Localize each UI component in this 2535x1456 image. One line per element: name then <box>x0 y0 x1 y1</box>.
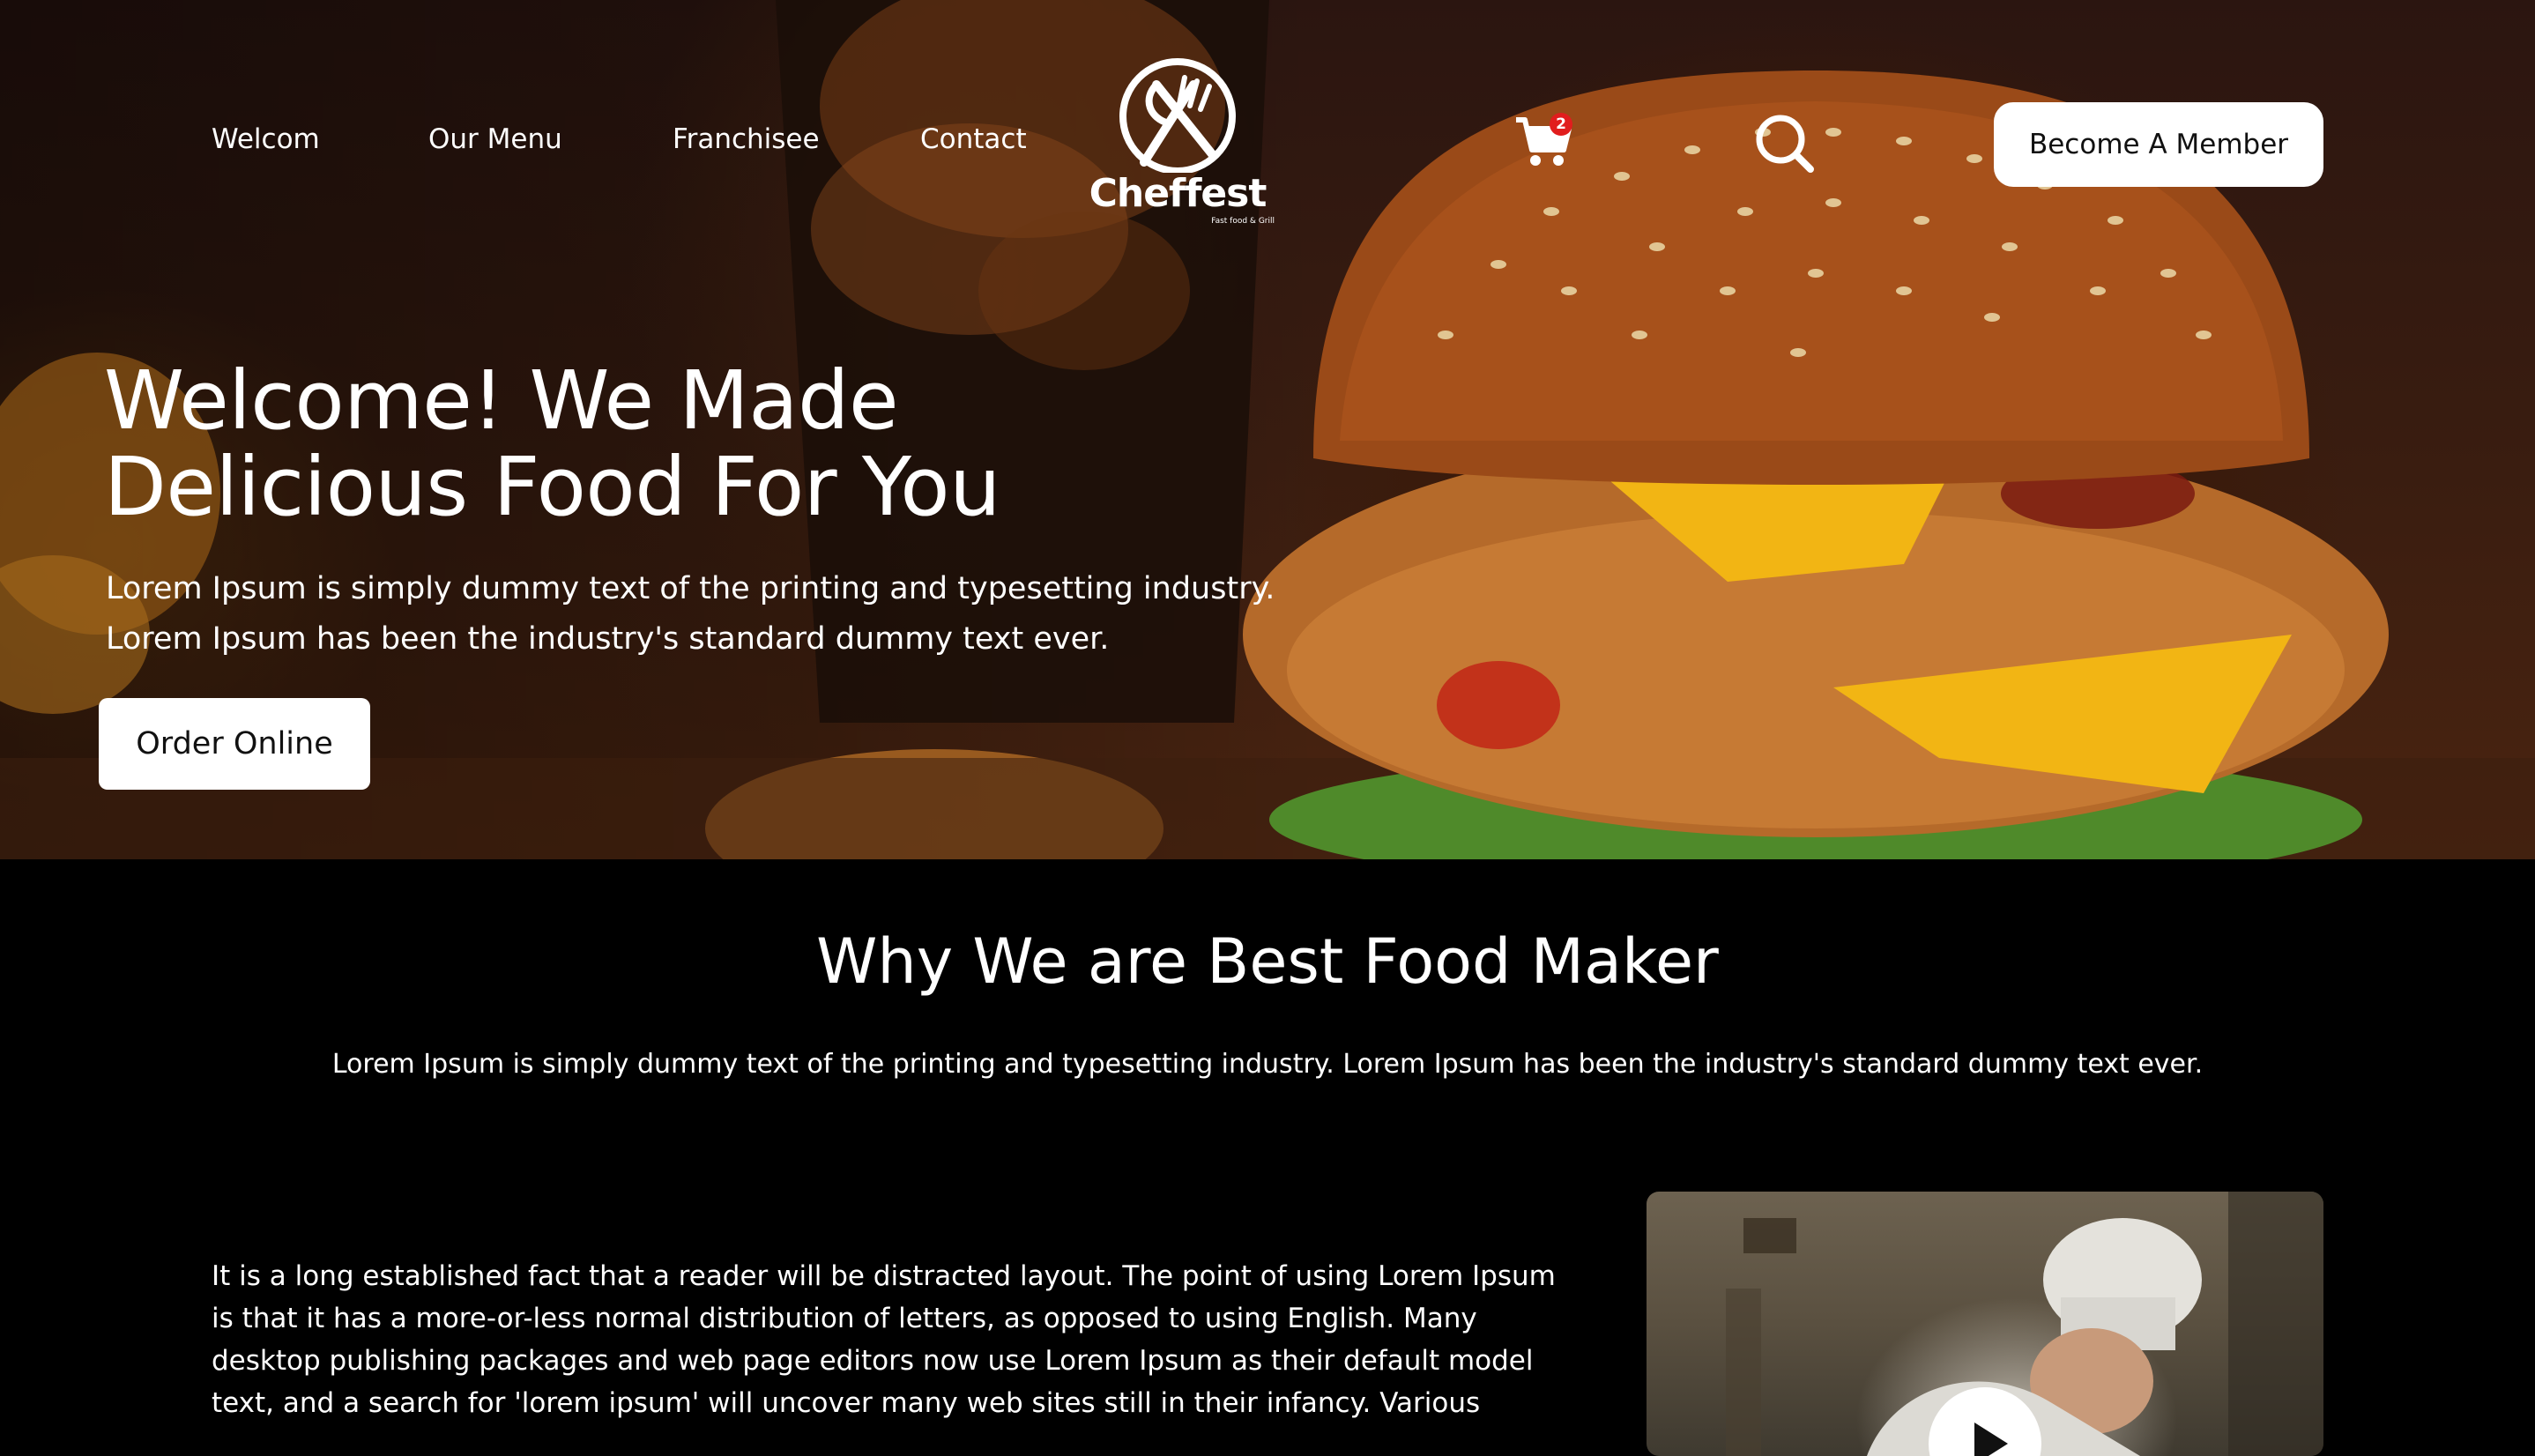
brand-logo[interactable]: Cheffest Fast food & Grill <box>1081 58 1275 234</box>
paragraph-line: is that it has a more-or-less normal dis… <box>212 1303 1477 1334</box>
cart-button[interactable]: 2 <box>1514 111 1576 173</box>
hero-title-line: Delicious Food For You <box>104 440 1000 534</box>
play-icon <box>1974 1423 2008 1456</box>
nav-link-contact[interactable]: Contact <box>920 123 1027 155</box>
play-video-button[interactable] <box>1929 1387 2041 1456</box>
chef-video-card[interactable] <box>1647 1192 2323 1456</box>
nav-link-franchisee[interactable]: Franchisee <box>673 123 820 155</box>
nav-link-welcome[interactable]: Welcom <box>212 123 320 155</box>
section-subtitle: Lorem Ipsum is simply dummy text of the … <box>331 1049 2204 1080</box>
hero-description: Lorem Ipsum is simply dummy text of the … <box>106 564 1296 665</box>
hero-desc-line: Lorem Ipsum is simply dummy text of the … <box>106 571 1275 606</box>
cart-count-badge: 2 <box>1550 113 1572 136</box>
logo-tagline: Fast food & Grill <box>1211 217 1275 226</box>
hero-title: Welcome! We Made Delicious Food For You <box>104 358 1250 531</box>
hero-desc-line: Lorem Ipsum has been the industry's stan… <box>106 621 1110 657</box>
paragraph-line: text, and a search for 'lorem ipsum' wil… <box>212 1387 1481 1419</box>
search-button[interactable] <box>1754 113 1816 175</box>
logo-icon <box>1119 58 1236 173</box>
hero-section: Welcom Our Menu Franchisee Contact Cheff… <box>0 0 2535 859</box>
become-member-button[interactable]: Become A Member <box>1994 102 2323 187</box>
section-title: Why We are Best Food Maker <box>816 925 1719 998</box>
paragraph-line: desktop publishing packages and web page… <box>212 1345 1534 1377</box>
search-icon <box>1756 115 1814 173</box>
hero-title-line: Welcome! We Made <box>104 353 899 448</box>
about-paragraph: It is a long established fact that a rea… <box>212 1255 1556 1424</box>
logo-name: Cheffest <box>1089 171 1268 216</box>
nav-link-our-menu[interactable]: Our Menu <box>428 123 562 155</box>
paragraph-line: It is a long established fact that a rea… <box>212 1260 1556 1292</box>
order-online-button[interactable]: Order Online <box>99 698 370 790</box>
